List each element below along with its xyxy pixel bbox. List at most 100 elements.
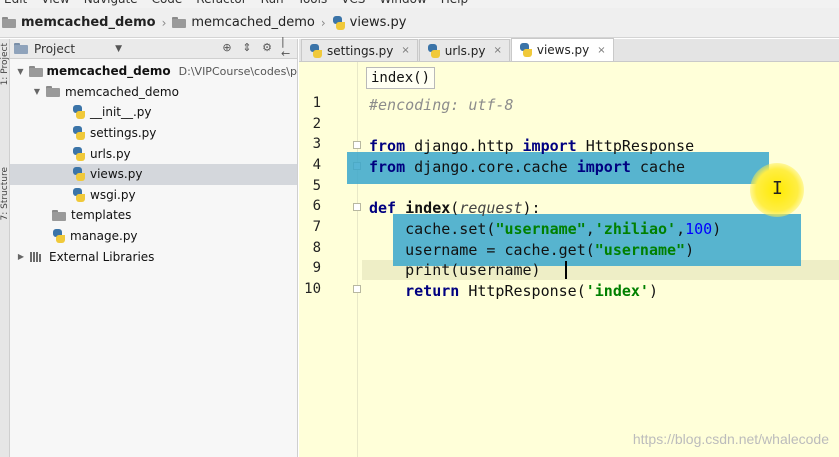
fold-marker[interactable] [353,141,361,149]
text-caret [565,261,567,279]
menu-item[interactable]: Help [441,0,468,6]
code-text: django.core.cache [405,158,577,176]
string-token: "username" [594,241,686,259]
line-number: 4 [312,157,321,173]
project-tool-tab[interactable]: 1: Project [0,43,10,85]
code-text: username = cache.get( [369,241,595,259]
comment-token: #encoding: utf-8 [369,96,514,114]
tree-item-file-selected[interactable]: views.py [10,163,297,185]
folder-icon [172,17,187,28]
nav-crumb-label: views.py [349,15,407,30]
close-icon[interactable]: × [597,45,605,56]
watermark: https://blog.csdn.net/whalecode [632,431,829,447]
tree-item-file[interactable]: settings.py [10,123,297,144]
line-number: 6 [312,198,321,214]
code-line-6: def index(request): [369,198,541,218]
line-number: 9 [312,260,321,276]
menu-item[interactable]: View [41,0,69,6]
python-file-icon [519,43,532,57]
tab-views-py[interactable]: views.py × [510,38,614,61]
fold-marker[interactable] [353,203,361,211]
library-icon [30,251,44,263]
menu-item[interactable]: Run [261,0,284,6]
nav-crumb-label: memcached_demo [191,15,315,30]
close-icon[interactable]: × [401,45,409,56]
number-token: 100 [685,220,713,238]
tree-item-file[interactable]: wsgi.py [10,185,297,206]
menu-item[interactable]: Tools [298,0,328,6]
project-panel-header: Project ▼ ⊕ ⇕ ⚙ |← [10,36,297,60]
ibeam-cursor-icon: I [772,178,783,199]
code-text: print(username) [369,261,541,279]
menu-item[interactable]: Window [379,0,426,6]
project-panel: Project ▼ ⊕ ⇕ ⚙ |← ▼ memcached_demo D:\V… [10,36,298,457]
expand-arrow-icon[interactable]: ▶ [16,252,26,261]
expand-arrow-icon[interactable]: ▼ [32,87,42,96]
left-tool-strip: 1: Project 7: Structure [0,39,10,457]
tree-item-label: settings.py [90,126,157,141]
code-editor[interactable]: 1 2 3 4 5 6 7 8 9 10 index() #encoding: … [299,62,839,457]
code-text: HttpResponse( [459,282,586,300]
keyword-token: def [369,199,397,217]
expand-arrow-icon[interactable]: ▼ [16,67,25,76]
menu-item[interactable]: Navigate [84,0,138,6]
tree-item-manage[interactable]: manage.py [10,226,297,247]
line-number: 1 [312,95,321,111]
menu-item[interactable]: Edit [4,0,27,6]
tab-urls-py[interactable]: urls.py × [418,39,510,61]
python-file-icon [52,229,65,244]
fold-marker[interactable] [353,285,361,293]
line-number: 5 [312,178,321,194]
python-file-icon [332,15,345,30]
tab-settings-py[interactable]: settings.py × [301,39,418,61]
project-panel-title[interactable]: Project [34,42,75,56]
line-number: 7 [312,219,321,235]
code-line-9: print(username) [369,260,541,280]
code-text: django.http [405,137,523,155]
tree-item-root[interactable]: ▼ memcached_demo D:\VIPCourse\codes\p [10,61,297,82]
tree-item-label: wsgi.py [90,187,136,202]
code-text: cache.set( [369,220,496,238]
menu-item[interactable]: Refactor [196,0,246,6]
nav-crumb-project[interactable]: memcached_demo [2,15,162,30]
nav-crumb-file[interactable]: views.py [326,15,413,30]
project-tree: ▼ memcached_demo D:\VIPCourse\codes\p ▼ … [10,59,297,267]
nav-crumb-label: memcached_demo [21,15,156,30]
tree-item-package[interactable]: ▼ memcached_demo [10,82,297,103]
menu-item[interactable]: VCS [341,0,365,6]
collapse-all-icon[interactable]: ⇕ [241,42,253,54]
code-line-7: cache.set("username",'zhiliao',100) [369,219,721,239]
code-text: ) [712,220,722,238]
tree-item-label: __init__.py [90,105,152,120]
nav-crumb-package[interactable]: memcached_demo [166,15,320,30]
close-icon[interactable]: × [493,45,501,56]
folder-icon [46,86,60,98]
string-token: 'index' [585,282,649,300]
code-line-10: return HttpResponse('index') [369,281,658,301]
fold-guide [357,62,358,457]
code-breadcrumb[interactable]: index() [366,67,436,89]
tree-item-label: memcached_demo [65,84,179,99]
hide-panel-icon[interactable]: |← [281,36,293,60]
python-file-icon [72,187,85,202]
function-name-token: index [405,199,451,217]
line-number: 8 [312,240,321,256]
structure-tool-tab[interactable]: 7: Structure [0,167,10,221]
tree-item-templates[interactable]: templates [10,205,297,226]
tree-item-external-libraries[interactable]: ▶ External Libraries [10,246,297,267]
string-token: "username" [495,220,586,238]
menu-item[interactable]: Code [152,0,183,6]
line-number: 10 [304,281,321,297]
tree-item-file[interactable]: urls.py [10,143,297,164]
code-text: ) [685,241,695,259]
chevron-down-icon[interactable]: ▼ [115,44,122,54]
gear-icon[interactable]: ⚙ [261,42,273,54]
keyword-token: from [369,137,406,155]
tree-item-file[interactable]: __init__.py [10,102,297,123]
tree-item-label: memcached_demo [46,64,171,79]
tree-item-label: views.py [90,167,143,182]
scroll-from-source-icon[interactable]: ⊕ [221,42,233,54]
tab-label: views.py [536,43,590,57]
menu-items: Edit View Navigate Code Refactor Run Tools VCS W… [4,0,468,6]
python-file-icon [427,43,440,58]
